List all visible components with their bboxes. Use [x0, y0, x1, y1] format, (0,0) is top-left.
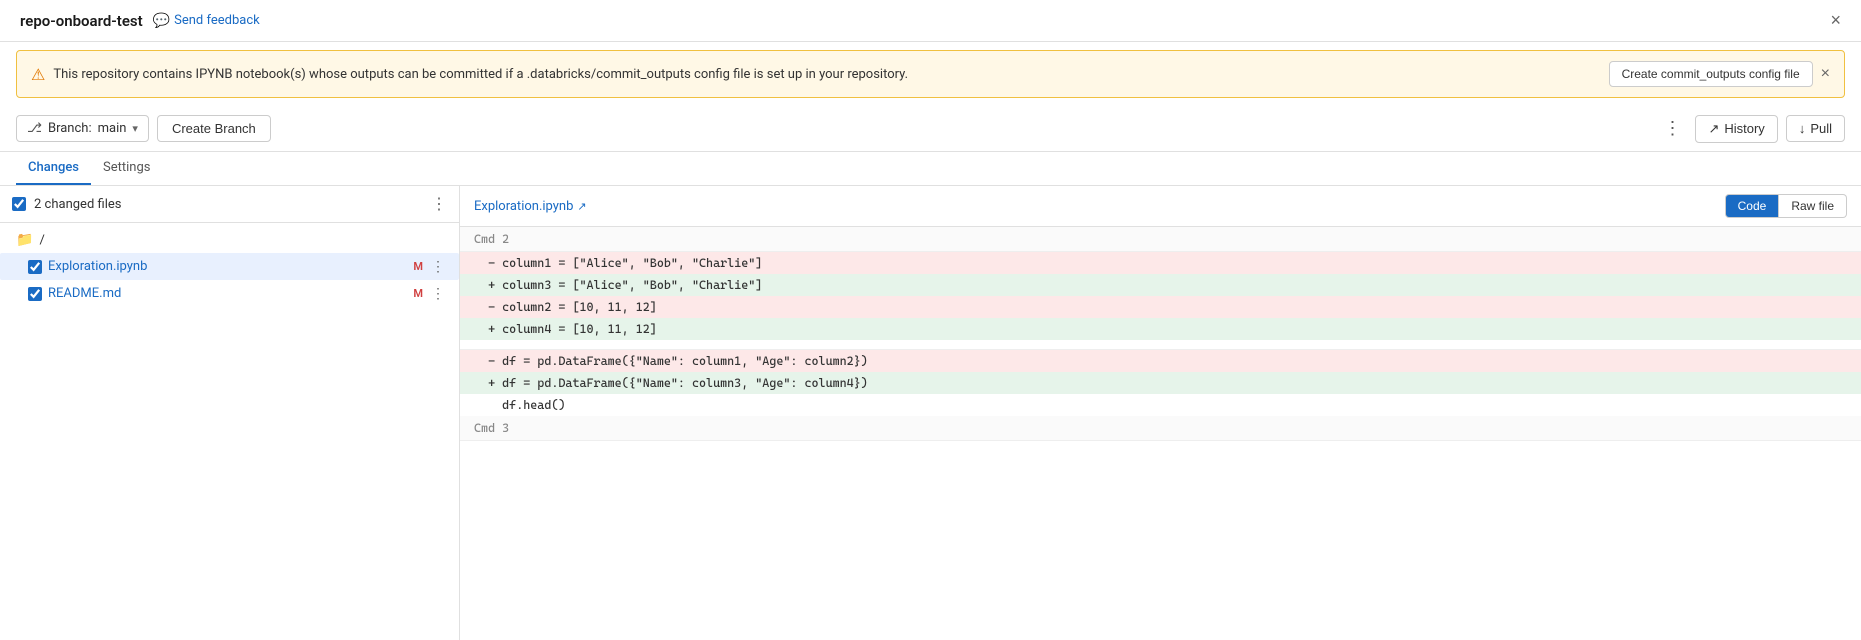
- file-link[interactable]: Exploration.ipynb ↗: [474, 199, 587, 214]
- branch-icon: ⎇: [27, 121, 42, 136]
- history-label: History: [1724, 121, 1764, 136]
- left-panel-more-button[interactable]: ⋮: [431, 194, 447, 214]
- more-options-button[interactable]: ⋮: [1657, 114, 1687, 143]
- cmd3-label: Cmd 3: [460, 416, 1861, 441]
- warning-content: ⚠ This repository contains IPYNB noteboo…: [31, 65, 908, 84]
- external-link-icon: ↗: [577, 200, 586, 213]
- chevron-down-icon: ▾: [132, 122, 138, 135]
- file-more-readme[interactable]: ⋮: [429, 285, 447, 302]
- branch-prefix: Branch:: [48, 121, 92, 136]
- repo-title: repo-onboard-test: [20, 12, 143, 30]
- tab-settings[interactable]: Settings: [91, 152, 162, 185]
- diff-line-5: - df = pd.DataFrame({"Name": column1, "A…: [460, 350, 1861, 372]
- file-checkbox-exploration[interactable]: [28, 260, 42, 274]
- file-status-exploration: M: [413, 260, 423, 273]
- feedback-icon: 💬: [153, 13, 170, 29]
- pull-button[interactable]: ↓ Pull: [1786, 115, 1845, 142]
- file-item-exploration[interactable]: Exploration.ipynb M ⋮: [0, 253, 459, 280]
- raw-file-button[interactable]: Raw file: [1779, 194, 1847, 218]
- pull-icon: ↓: [1799, 121, 1806, 136]
- file-name-exploration: Exploration.ipynb: [48, 259, 407, 274]
- cmd2-label: Cmd 2: [460, 227, 1861, 252]
- file-link-name: Exploration.ipynb: [474, 199, 573, 214]
- diff-line-empty: [460, 441, 1861, 445]
- code-content: Cmd 2 - column1 = ["Alice", "Bob", "Char…: [460, 227, 1861, 640]
- folder-name: /: [39, 233, 44, 248]
- right-panel: Exploration.ipynb ↗ Code Raw file Cmd 2 …: [460, 186, 1861, 640]
- warning-actions: Create commit_outputs config file ×: [1609, 61, 1830, 87]
- select-all-checkbox[interactable]: [12, 197, 26, 211]
- file-more-exploration[interactable]: ⋮: [429, 258, 447, 275]
- close-window-button[interactable]: ×: [1830, 10, 1841, 31]
- send-feedback-link[interactable]: 💬 Send feedback: [153, 13, 260, 29]
- header: repo-onboard-test 💬 Send feedback ×: [0, 0, 1861, 42]
- code-button[interactable]: Code: [1725, 194, 1780, 218]
- diff-line-7: df.head(): [460, 394, 1861, 416]
- file-item-readme[interactable]: README.md M ⋮: [0, 280, 459, 307]
- create-config-button[interactable]: Create commit_outputs config file: [1609, 61, 1813, 87]
- file-name-readme: README.md: [48, 286, 407, 301]
- diff-line-6: + df = pd.DataFrame({"Name": column3, "A…: [460, 372, 1861, 394]
- close-banner-button[interactable]: ×: [1821, 65, 1830, 83]
- warning-text: This repository contains IPYNB notebook(…: [53, 67, 908, 82]
- diff-line-2: + column3 = ["Alice", "Bob", "Charlie"]: [460, 274, 1861, 296]
- folder-item: 📁 /: [0, 227, 459, 253]
- right-panel-header: Exploration.ipynb ↗ Code Raw file: [460, 186, 1861, 227]
- diff-line-4: + column4 = [10, 11, 12]: [460, 318, 1861, 340]
- file-status-readme: M: [413, 287, 423, 300]
- changed-files-label: 2 changed files: [34, 197, 121, 212]
- tabs: Changes Settings: [0, 152, 1861, 186]
- warning-icon: ⚠: [31, 65, 45, 84]
- send-feedback-label: Send feedback: [174, 13, 260, 28]
- history-button[interactable]: ↗ History: [1695, 115, 1777, 143]
- history-icon: ↗: [1708, 121, 1719, 137]
- pull-label: Pull: [1810, 121, 1832, 136]
- branch-selector[interactable]: ⎇ Branch: main ▾: [16, 115, 149, 142]
- diff-spacer: [460, 340, 1861, 350]
- left-panel-header: 2 changed files ⋮: [0, 186, 459, 223]
- toolbar: ⎇ Branch: main ▾ Create Branch ⋮ ↗ Histo…: [0, 106, 1861, 152]
- branch-name: main: [98, 121, 127, 136]
- warning-banner: ⚠ This repository contains IPYNB noteboo…: [16, 50, 1845, 98]
- diff-line-3: - column2 = [10, 11, 12]: [460, 296, 1861, 318]
- right-panel-actions: Code Raw file: [1725, 194, 1847, 218]
- file-tree: 📁 / Exploration.ipynb M ⋮ README.md M ⋮: [0, 223, 459, 640]
- diff-line-1: - column1 = ["Alice", "Bob", "Charlie"]: [460, 252, 1861, 274]
- tab-changes[interactable]: Changes: [16, 152, 91, 185]
- main-layout: 2 changed files ⋮ 📁 / Exploration.ipynb …: [0, 186, 1861, 640]
- file-checkbox-readme[interactable]: [28, 287, 42, 301]
- folder-icon: 📁: [16, 232, 33, 248]
- create-branch-button[interactable]: Create Branch: [157, 115, 271, 142]
- left-panel: 2 changed files ⋮ 📁 / Exploration.ipynb …: [0, 186, 460, 640]
